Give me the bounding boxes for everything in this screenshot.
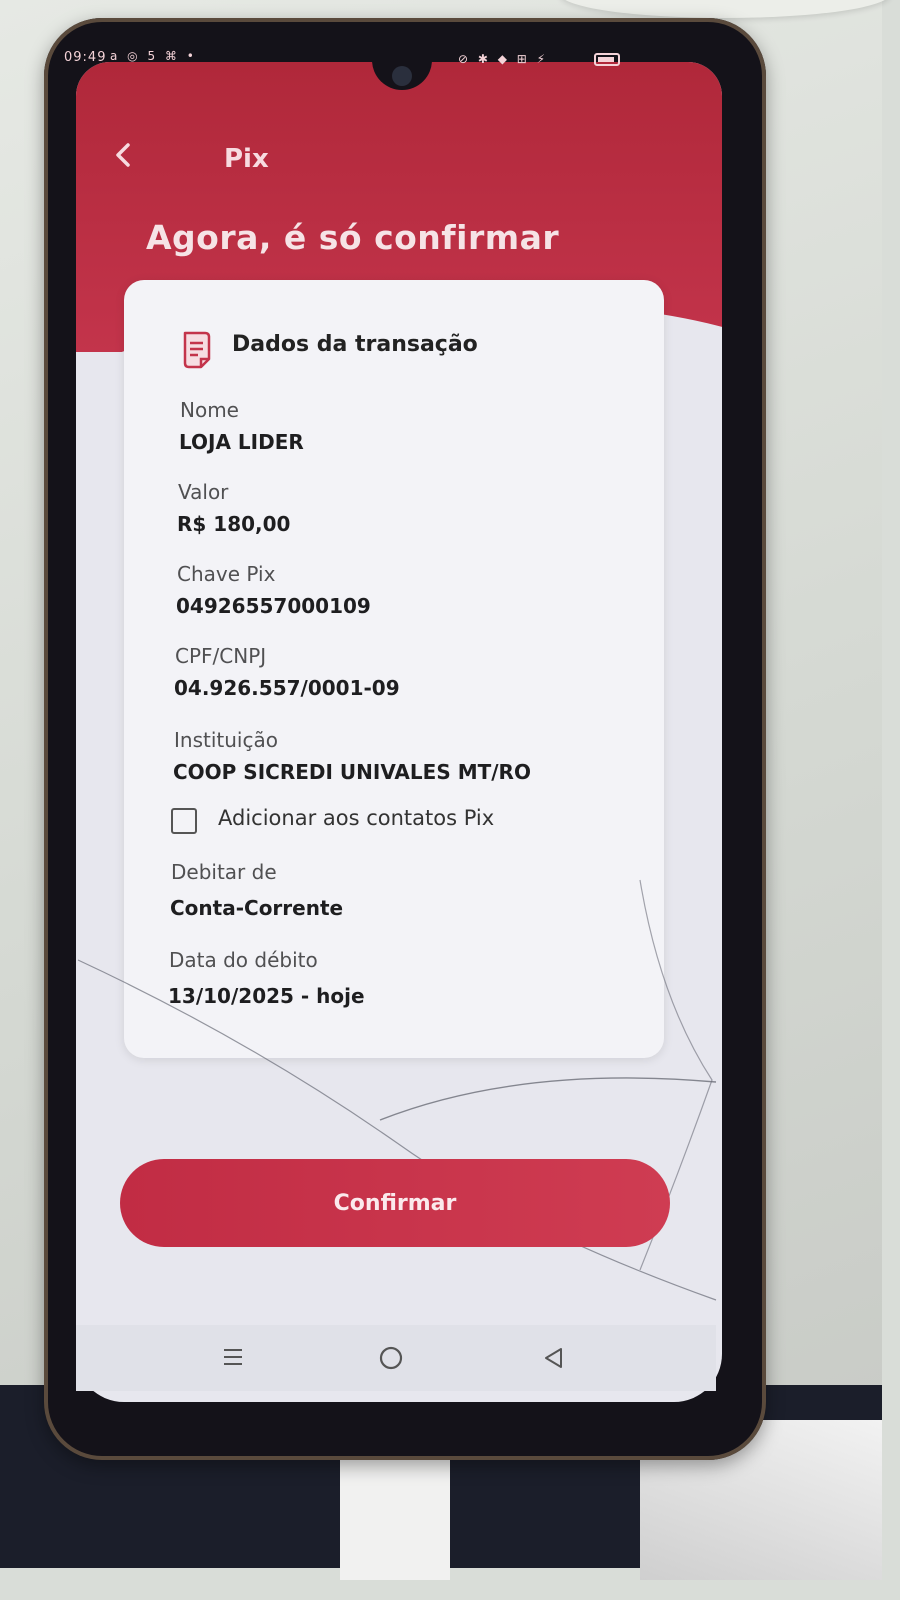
field-value-valor: R$ 180,00 — [177, 512, 291, 536]
field-value-nome: LOJA LIDER — [179, 430, 304, 454]
field-label-cpf-cnpj: CPF/CNPJ — [175, 644, 267, 668]
nav-title: Pix — [224, 144, 269, 174]
add-contact-label[interactable]: Adicionar aos contatos Pix — [218, 806, 494, 830]
card-title: Dados da transação — [232, 332, 478, 357]
debit-label: Debitar de — [171, 860, 277, 884]
status-right-icons: ⊘ ✱ ◆ ⊞ ⚡ — [458, 52, 549, 66]
field-label-instituicao: Instituição — [174, 728, 278, 752]
add-contact-checkbox[interactable] — [171, 808, 197, 834]
document-icon — [183, 331, 211, 369]
status-time: 09:49 — [64, 50, 107, 65]
confirm-button[interactable]: Confirmar — [120, 1159, 670, 1247]
status-indicators: a ◎ 5 ⌘ • — [110, 49, 197, 63]
field-value-chave-pix: 04926557000109 — [176, 594, 371, 618]
chevron-left-icon[interactable] — [104, 135, 144, 175]
front-camera — [392, 66, 412, 86]
menu-icon[interactable] — [222, 1346, 244, 1368]
field-value-cpf-cnpj: 04.926.557/0001-09 — [174, 676, 400, 700]
field-label-valor: Valor — [178, 480, 229, 504]
field-label-chave-pix: Chave Pix — [177, 562, 276, 586]
home-icon[interactable] — [378, 1345, 404, 1371]
battery-icon — [594, 53, 620, 66]
debit-value: Conta-Corrente — [170, 896, 344, 920]
date-value: 13/10/2025 - hoje — [168, 984, 365, 1008]
field-value-instituicao: COOP SICREDI UNIVALES MT/RO — [173, 760, 531, 784]
transaction-card — [124, 280, 664, 1058]
cable — [340, 1440, 450, 1580]
page-headline: Agora, é só confirmar — [146, 218, 560, 257]
field-label-nome: Nome — [180, 398, 239, 422]
date-label: Data do débito — [169, 948, 318, 972]
back-icon[interactable] — [542, 1346, 566, 1370]
